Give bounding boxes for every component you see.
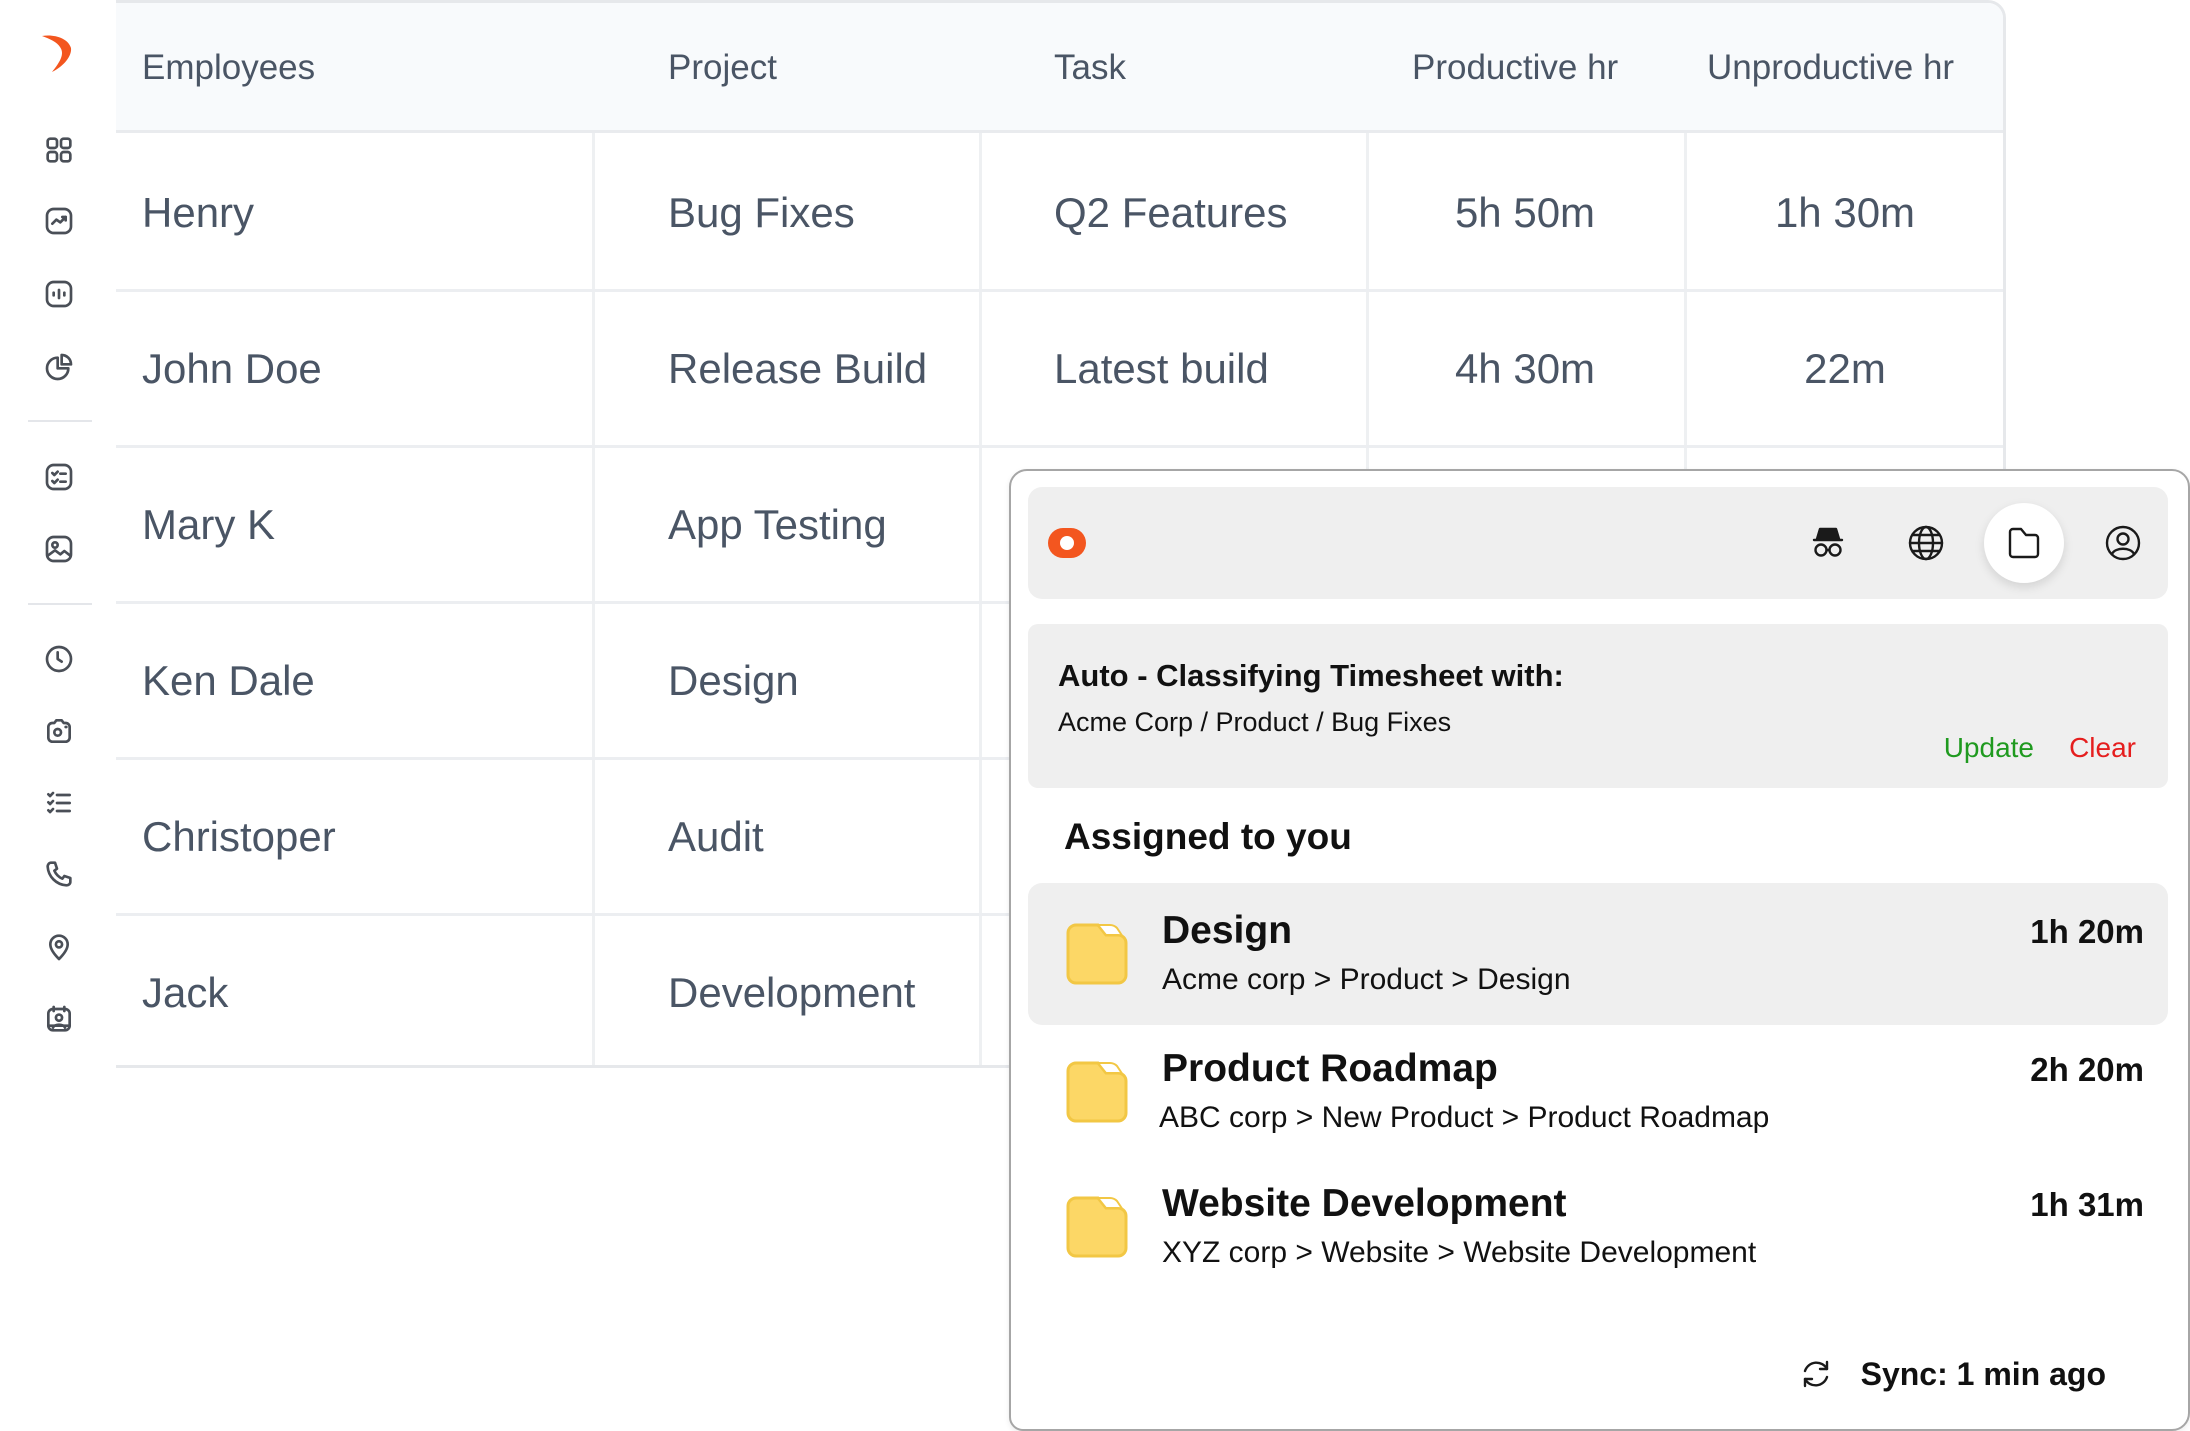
- cell-unproductive-hr: 1h 30m: [1774, 188, 1916, 236]
- column-header-project[interactable]: Project: [668, 3, 777, 133]
- contact-badge-icon[interactable]: [42, 1002, 76, 1036]
- clock-icon[interactable]: [42, 642, 76, 676]
- image-gallery-icon[interactable]: [42, 532, 76, 566]
- task-name: Design: [1162, 909, 1293, 952]
- trend-chart-icon[interactable]: [42, 204, 76, 238]
- time-tracker-popup: Auto - Classifying Timesheet with: Acme …: [1009, 469, 2190, 1431]
- table-row[interactable]: Henry Bug Fixes Q2 Features 5h 50m 1h 30m: [116, 136, 2003, 292]
- cell-project: Bug Fixes: [668, 188, 855, 236]
- task-path: ABC corp > New Product > Product Roadmap: [1159, 1101, 1770, 1134]
- cell-project: Release Build: [668, 344, 928, 392]
- auto-classify-title: Auto - Classifying Timesheet with:: [1058, 658, 1564, 693]
- column-header-productive-hr[interactable]: Productive hr: [1412, 3, 1618, 133]
- update-button[interactable]: Update: [1944, 732, 2034, 764]
- location-pin-icon[interactable]: [42, 930, 76, 964]
- refresh-icon: [1803, 1360, 1828, 1388]
- task-name: Product Roadmap: [1162, 1047, 1498, 1090]
- sidebar-divider: [28, 603, 92, 605]
- folder-icon: [1062, 1057, 1132, 1127]
- sync-status[interactable]: Sync: 1 min ago: [1797, 1355, 2106, 1393]
- user-circle-icon[interactable]: [2095, 515, 2151, 571]
- assigned-task-item[interactable]: Product Roadmap ABC corp > New Product > …: [1028, 1021, 2168, 1163]
- auto-classify-panel: Auto - Classifying Timesheet with: Acme …: [1028, 624, 2168, 788]
- column-header-task[interactable]: Task: [1054, 3, 1126, 133]
- cell-task: Latest build: [1054, 344, 1269, 392]
- folder-icon: [1062, 1192, 1132, 1262]
- cell-productive-hr: 5h 50m: [1454, 188, 1596, 236]
- globe-icon[interactable]: [1898, 515, 1954, 571]
- task-list-icon[interactable]: [42, 786, 76, 820]
- cell-project: Development: [668, 968, 916, 1016]
- cell-task: Q2 Features: [1054, 188, 1288, 236]
- column-header-unproductive-hr[interactable]: Unproductive hr: [1707, 3, 1954, 133]
- camera-icon[interactable]: [42, 714, 76, 748]
- checklist-icon[interactable]: [42, 460, 76, 494]
- cell-employee: Christoper: [142, 812, 336, 860]
- tracking-toggle[interactable]: [1048, 528, 1086, 558]
- popup-toolbar: [1028, 487, 2168, 599]
- cell-employee: John Doe: [142, 344, 322, 392]
- cell-project: Audit: [668, 812, 764, 860]
- task-time: 1h 20m: [2030, 913, 2144, 950]
- bar-meter-icon[interactable]: [42, 277, 76, 311]
- cell-employee: Mary K: [142, 500, 276, 548]
- phone-icon[interactable]: [42, 857, 76, 891]
- auto-classify-path: Acme Corp / Product / Bug Fixes: [1058, 707, 1452, 737]
- sync-status-text: Sync: 1 min ago: [1860, 1355, 2106, 1392]
- incognito-icon[interactable]: [1800, 515, 1856, 571]
- cell-productive-hr: 4h 30m: [1454, 344, 1596, 392]
- cell-project: Design: [668, 656, 799, 704]
- sidebar: [0, 0, 116, 1431]
- task-path: XYZ corp > Website > Website Development: [1162, 1236, 1757, 1269]
- cell-project: App Testing: [668, 500, 887, 548]
- app-logo-icon[interactable]: [38, 28, 78, 78]
- cell-employee: Ken Dale: [142, 656, 315, 704]
- cell-unproductive-hr: 22m: [1804, 344, 1886, 392]
- assigned-task-item[interactable]: Website Development XYZ corp > Website > …: [1028, 1156, 2168, 1298]
- folder-icon: [1062, 919, 1132, 989]
- cell-employee: Henry: [142, 188, 255, 236]
- task-name: Website Development: [1162, 1182, 1567, 1225]
- assigned-section-title: Assigned to you: [1064, 816, 1352, 857]
- column-header-employees[interactable]: Employees: [142, 3, 315, 133]
- assigned-task-item[interactable]: Design Acme corp > Product > Design 1h 20m: [1028, 883, 2168, 1025]
- pie-chart-icon[interactable]: [42, 350, 76, 384]
- dashboard-grid-icon[interactable]: [42, 133, 76, 167]
- folder-icon[interactable]: [1984, 503, 2064, 583]
- task-time: 2h 20m: [2030, 1051, 2144, 1088]
- table-header: Employees Project Task Productive hr Unp…: [116, 3, 2003, 133]
- task-path: Acme corp > Product > Design: [1162, 963, 1571, 996]
- clear-button[interactable]: Clear: [2069, 732, 2136, 764]
- cell-employee: Jack: [142, 968, 229, 1016]
- task-time: 1h 31m: [2030, 1186, 2144, 1223]
- table-row[interactable]: John Doe Release Build Latest build 4h 30m 2…: [116, 292, 2003, 448]
- sidebar-divider: [28, 420, 92, 422]
